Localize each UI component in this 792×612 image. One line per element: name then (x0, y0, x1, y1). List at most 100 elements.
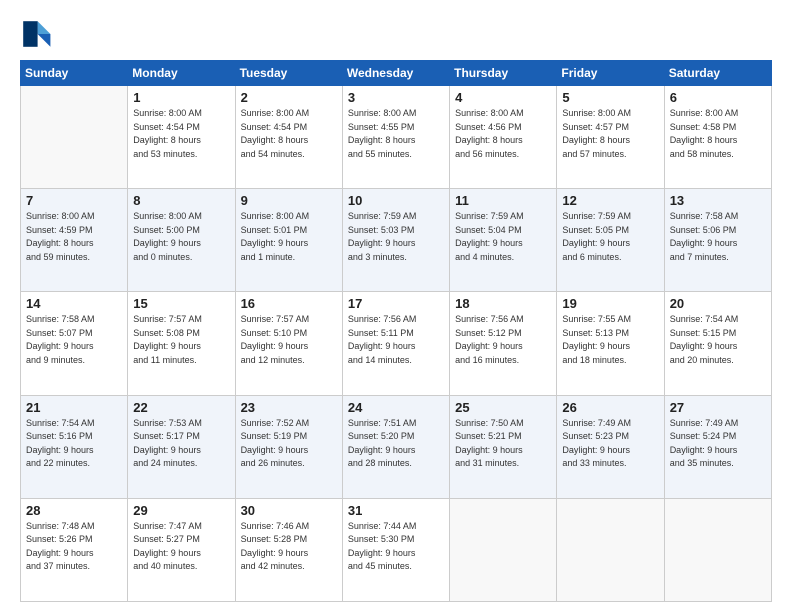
calendar-cell (664, 498, 771, 601)
calendar-week-row: 1 Sunrise: 8:00 AM Sunset: 4:54 PM Daylig… (21, 86, 772, 189)
day-number: 29 (133, 503, 229, 518)
calendar-cell (21, 86, 128, 189)
day-number: 15 (133, 296, 229, 311)
day-info: Sunrise: 7:53 AM Sunset: 5:17 PM Dayligh… (133, 417, 229, 471)
day-info: Sunrise: 7:50 AM Sunset: 5:21 PM Dayligh… (455, 417, 551, 471)
day-number: 2 (241, 90, 337, 105)
calendar-cell: 14 Sunrise: 7:58 AM Sunset: 5:07 PM Dayli… (21, 292, 128, 395)
day-number: 30 (241, 503, 337, 518)
calendar-week-row: 7 Sunrise: 8:00 AM Sunset: 4:59 PM Daylig… (21, 189, 772, 292)
calendar-cell: 2 Sunrise: 8:00 AM Sunset: 4:54 PM Daylig… (235, 86, 342, 189)
calendar: SundayMondayTuesdayWednesdayThursdayFrid… (20, 60, 772, 602)
weekday-header-thursday: Thursday (450, 61, 557, 86)
day-number: 22 (133, 400, 229, 415)
day-info: Sunrise: 7:54 AM Sunset: 5:15 PM Dayligh… (670, 313, 766, 367)
day-number: 28 (26, 503, 122, 518)
day-number: 14 (26, 296, 122, 311)
calendar-header: SundayMondayTuesdayWednesdayThursdayFrid… (21, 61, 772, 86)
calendar-cell (557, 498, 664, 601)
calendar-cell: 6 Sunrise: 8:00 AM Sunset: 4:58 PM Daylig… (664, 86, 771, 189)
weekday-header-monday: Monday (128, 61, 235, 86)
day-number: 23 (241, 400, 337, 415)
calendar-cell: 8 Sunrise: 8:00 AM Sunset: 5:00 PM Daylig… (128, 189, 235, 292)
day-number: 26 (562, 400, 658, 415)
calendar-cell: 15 Sunrise: 7:57 AM Sunset: 5:08 PM Dayli… (128, 292, 235, 395)
day-info: Sunrise: 7:57 AM Sunset: 5:10 PM Dayligh… (241, 313, 337, 367)
weekday-header-tuesday: Tuesday (235, 61, 342, 86)
page: SundayMondayTuesdayWednesdayThursdayFrid… (0, 0, 792, 612)
calendar-cell: 18 Sunrise: 7:56 AM Sunset: 5:12 PM Dayli… (450, 292, 557, 395)
day-info: Sunrise: 7:46 AM Sunset: 5:28 PM Dayligh… (241, 520, 337, 574)
calendar-cell: 26Sunrise: 7:49 AM Sunset: 5:23 PM Dayli… (557, 395, 664, 498)
day-number: 9 (241, 193, 337, 208)
calendar-cell: 12Sunrise: 7:59 AM Sunset: 5:05 PM Dayli… (557, 189, 664, 292)
day-info: Sunrise: 7:52 AM Sunset: 5:19 PM Dayligh… (241, 417, 337, 471)
calendar-cell: 1 Sunrise: 8:00 AM Sunset: 4:54 PM Daylig… (128, 86, 235, 189)
day-number: 12 (562, 193, 658, 208)
day-number: 4 (455, 90, 551, 105)
logo-icon (20, 18, 52, 50)
day-info: Sunrise: 7:57 AM Sunset: 5:08 PM Dayligh… (133, 313, 229, 367)
day-info: Sunrise: 8:00 AM Sunset: 4:58 PM Dayligh… (670, 107, 766, 161)
calendar-cell: 9 Sunrise: 8:00 AM Sunset: 5:01 PM Daylig… (235, 189, 342, 292)
calendar-cell: 3 Sunrise: 8:00 AM Sunset: 4:55 PM Daylig… (342, 86, 449, 189)
calendar-cell: 19Sunrise: 7:55 AM Sunset: 5:13 PM Dayli… (557, 292, 664, 395)
calendar-cell: 27 Sunrise: 7:49 AM Sunset: 5:24 PM Dayli… (664, 395, 771, 498)
calendar-cell (450, 498, 557, 601)
calendar-cell: 7 Sunrise: 8:00 AM Sunset: 4:59 PM Daylig… (21, 189, 128, 292)
day-info: Sunrise: 8:00 AM Sunset: 4:55 PM Dayligh… (348, 107, 444, 161)
day-number: 3 (348, 90, 444, 105)
day-number: 1 (133, 90, 229, 105)
day-info: Sunrise: 7:48 AM Sunset: 5:26 PM Dayligh… (26, 520, 122, 574)
calendar-cell: 21Sunrise: 7:54 AM Sunset: 5:16 PM Dayli… (21, 395, 128, 498)
calendar-cell: 4 Sunrise: 8:00 AM Sunset: 4:56 PM Daylig… (450, 86, 557, 189)
day-number: 18 (455, 296, 551, 311)
day-info: Sunrise: 7:56 AM Sunset: 5:11 PM Dayligh… (348, 313, 444, 367)
calendar-cell: 17 Sunrise: 7:56 AM Sunset: 5:11 PM Dayli… (342, 292, 449, 395)
day-info: Sunrise: 7:58 AM Sunset: 5:07 PM Dayligh… (26, 313, 122, 367)
calendar-cell: 30 Sunrise: 7:46 AM Sunset: 5:28 PM Dayli… (235, 498, 342, 601)
day-number: 20 (670, 296, 766, 311)
calendar-cell: 22 Sunrise: 7:53 AM Sunset: 5:17 PM Dayli… (128, 395, 235, 498)
logo (20, 18, 56, 50)
day-number: 7 (26, 193, 122, 208)
calendar-cell: 24Sunrise: 7:51 AM Sunset: 5:20 PM Dayli… (342, 395, 449, 498)
calendar-week-row: 21Sunrise: 7:54 AM Sunset: 5:16 PM Dayli… (21, 395, 772, 498)
day-info: Sunrise: 7:49 AM Sunset: 5:24 PM Dayligh… (670, 417, 766, 471)
day-number: 17 (348, 296, 444, 311)
calendar-cell: 28 Sunrise: 7:48 AM Sunset: 5:26 PM Dayli… (21, 498, 128, 601)
calendar-cell: 16 Sunrise: 7:57 AM Sunset: 5:10 PM Dayli… (235, 292, 342, 395)
day-info: Sunrise: 8:00 AM Sunset: 5:01 PM Dayligh… (241, 210, 337, 264)
day-number: 16 (241, 296, 337, 311)
day-number: 6 (670, 90, 766, 105)
day-info: Sunrise: 8:00 AM Sunset: 4:54 PM Dayligh… (133, 107, 229, 161)
calendar-week-row: 28 Sunrise: 7:48 AM Sunset: 5:26 PM Dayli… (21, 498, 772, 601)
day-number: 11 (455, 193, 551, 208)
header (20, 18, 772, 50)
day-number: 5 (562, 90, 658, 105)
day-info: Sunrise: 8:00 AM Sunset: 4:56 PM Dayligh… (455, 107, 551, 161)
day-info: Sunrise: 7:54 AM Sunset: 5:16 PM Dayligh… (26, 417, 122, 471)
calendar-cell: 11 Sunrise: 7:59 AM Sunset: 5:04 PM Dayli… (450, 189, 557, 292)
calendar-week-row: 14 Sunrise: 7:58 AM Sunset: 5:07 PM Dayli… (21, 292, 772, 395)
day-number: 13 (670, 193, 766, 208)
calendar-cell: 31Sunrise: 7:44 AM Sunset: 5:30 PM Dayli… (342, 498, 449, 601)
day-info: Sunrise: 7:47 AM Sunset: 5:27 PM Dayligh… (133, 520, 229, 574)
day-number: 8 (133, 193, 229, 208)
day-info: Sunrise: 8:00 AM Sunset: 4:54 PM Dayligh… (241, 107, 337, 161)
day-info: Sunrise: 7:56 AM Sunset: 5:12 PM Dayligh… (455, 313, 551, 367)
calendar-cell: 20 Sunrise: 7:54 AM Sunset: 5:15 PM Dayli… (664, 292, 771, 395)
weekday-header-saturday: Saturday (664, 61, 771, 86)
day-info: Sunrise: 8:00 AM Sunset: 5:00 PM Dayligh… (133, 210, 229, 264)
day-info: Sunrise: 7:59 AM Sunset: 5:03 PM Dayligh… (348, 210, 444, 264)
day-number: 19 (562, 296, 658, 311)
day-info: Sunrise: 7:58 AM Sunset: 5:06 PM Dayligh… (670, 210, 766, 264)
calendar-cell: 5 Sunrise: 8:00 AM Sunset: 4:57 PM Daylig… (557, 86, 664, 189)
day-number: 27 (670, 400, 766, 415)
weekday-header-sunday: Sunday (21, 61, 128, 86)
weekday-header-friday: Friday (557, 61, 664, 86)
day-info: Sunrise: 7:59 AM Sunset: 5:04 PM Dayligh… (455, 210, 551, 264)
day-info: Sunrise: 8:00 AM Sunset: 4:59 PM Dayligh… (26, 210, 122, 264)
day-info: Sunrise: 8:00 AM Sunset: 4:57 PM Dayligh… (562, 107, 658, 161)
day-info: Sunrise: 7:44 AM Sunset: 5:30 PM Dayligh… (348, 520, 444, 574)
